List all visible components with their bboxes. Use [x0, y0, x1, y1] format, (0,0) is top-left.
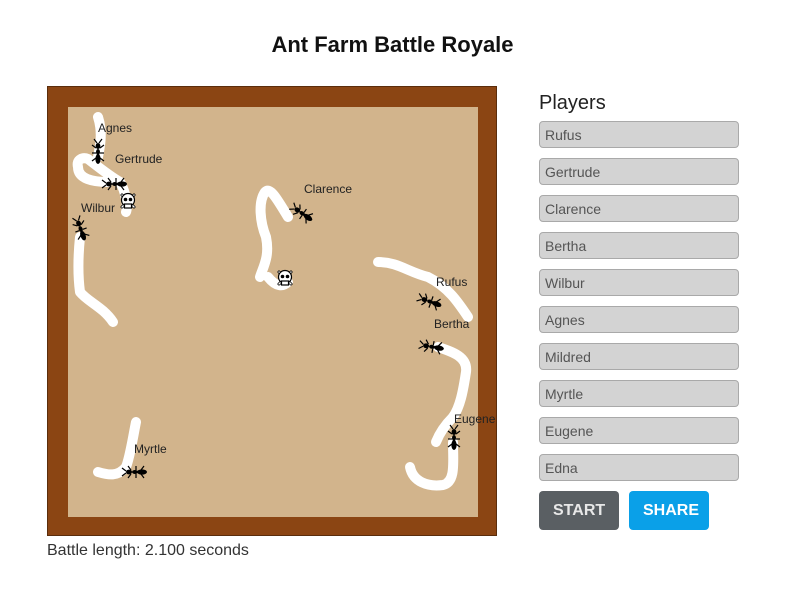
player-input-5[interactable]	[539, 269, 739, 296]
players-panel: Players START SHARE	[539, 92, 739, 530]
player-input-6[interactable]	[539, 306, 739, 333]
ant-label-clarence: Clarence	[304, 182, 352, 196]
skull-icon	[120, 192, 136, 210]
player-input-1[interactable]	[539, 121, 739, 148]
player-input-3[interactable]	[539, 195, 739, 222]
ant-label-gertrude: Gertrude	[115, 152, 163, 166]
player-input-8[interactable]	[539, 380, 739, 407]
arena-canvas: Agnes Gertrude Wilbur Clarence Rufus Ber…	[68, 107, 496, 517]
battle-length-text: Battle length: 2.100 seconds	[47, 542, 249, 559]
page-title: Ant Farm Battle Royale	[271, 32, 514, 57]
ant-farm-arena: Agnes Gertrude Wilbur Clarence Rufus Ber…	[47, 86, 497, 536]
start-button[interactable]: START	[539, 491, 619, 530]
ant-label-myrtle: Myrtle	[134, 442, 167, 456]
ant-label-rufus: Rufus	[436, 275, 467, 289]
player-input-2[interactable]	[539, 158, 739, 185]
player-input-7[interactable]	[539, 343, 739, 370]
players-heading: Players	[539, 92, 606, 114]
player-input-10[interactable]	[539, 454, 739, 481]
skull-icon	[277, 269, 293, 287]
player-input-9[interactable]	[539, 417, 739, 444]
ant-label-agnes: Agnes	[98, 121, 132, 135]
ant-label-bertha: Bertha	[434, 317, 470, 331]
ant-label-eugene: Eugene	[454, 412, 496, 426]
player-input-4[interactable]	[539, 232, 739, 259]
button-row: START SHARE	[539, 491, 739, 530]
ant-label-wilbur: Wilbur	[81, 201, 115, 215]
share-button[interactable]: SHARE	[629, 491, 709, 530]
